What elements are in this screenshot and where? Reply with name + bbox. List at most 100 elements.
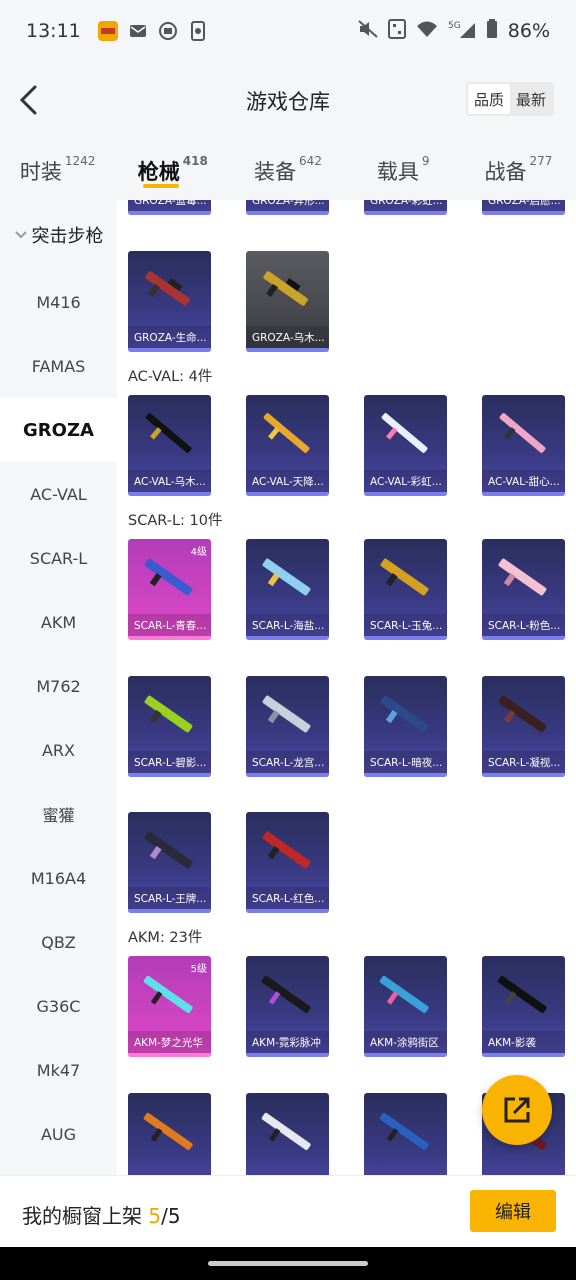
sidebar-item-g36c[interactable]: G36C — [0, 974, 117, 1038]
sort-toggle: 品质 最新 — [465, 82, 554, 116]
tab-vehicles[interactable]: 载具 9 — [346, 138, 461, 200]
rarity-bar — [246, 1053, 329, 1057]
tab-equipment[interactable]: 装备 642 — [230, 138, 345, 200]
scarl-rifle-icon — [498, 695, 547, 733]
tab-count: 1242 — [64, 154, 96, 168]
weapon-card[interactable] — [246, 1093, 329, 1175]
sidebar-category-assault-rifle[interactable]: 突击步枪 — [0, 200, 117, 270]
rarity-bar — [364, 773, 447, 777]
scarl-rifle-icon — [262, 695, 311, 733]
sidebar-item-famas[interactable]: FAMAS — [0, 334, 117, 398]
weapon-card[interactable] — [364, 1093, 447, 1175]
weapon-name: SCAR-L-凝视... — [482, 751, 565, 773]
sidebar-item-acval[interactable]: AC-VAL — [0, 462, 117, 526]
acval-rifle-icon — [145, 413, 192, 453]
sidebar-item-m16a4[interactable]: M16A4 — [0, 846, 117, 910]
sidebar-item-mk47[interactable]: Mk47 — [0, 1038, 117, 1102]
weapon-sidebar: 突击步枪 M416 FAMAS GROZA AC-VAL SCAR-L AKM … — [0, 200, 117, 1175]
rarity-bar — [364, 211, 447, 215]
sidebar-item-arx[interactable]: ARX — [0, 718, 117, 782]
weapon-card[interactable]: SCAR-L-凝视... — [482, 676, 565, 777]
weapon-card[interactable]: AKM-霓彩脉冲 — [246, 956, 329, 1057]
rarity-bar — [482, 1053, 565, 1057]
rarity-bar — [128, 1053, 211, 1057]
weapon-card[interactable] — [128, 1093, 211, 1175]
weapon-card[interactable]: GROZA-彩虹... — [364, 200, 447, 215]
weapon-card[interactable]: AC-VAL-彩虹... — [364, 395, 447, 496]
weapon-name: GROZA-异形... — [246, 200, 329, 211]
sidebar-category-label: 突击步枪 — [31, 226, 104, 247]
sidebar-item-m762[interactable]: M762 — [0, 654, 117, 718]
battery-icon — [486, 18, 498, 44]
sort-quality[interactable]: 品质 — [467, 84, 510, 114]
tab-outfit[interactable]: 时装 1242 — [0, 138, 115, 200]
showcase-status: 我的橱窗上架 5/5 — [22, 1200, 181, 1229]
home-indicator[interactable] — [208, 1261, 368, 1266]
section-title-scarl: SCAR-L: 10件 — [128, 513, 223, 529]
sidebar-item-m416[interactable]: M416 — [0, 270, 117, 334]
weapon-name: SCAR-L-王牌... — [128, 887, 211, 909]
weapon-card[interactable]: GROZA-乌木... — [246, 251, 329, 352]
sidebar-item-aug[interactable]: AUG — [0, 1102, 117, 1166]
acval-rifle-icon — [263, 413, 310, 453]
weapon-card[interactable]: GROZA-蓝毒... — [128, 200, 211, 215]
weapon-card[interactable]: AC-VAL-天降... — [246, 395, 329, 496]
weapon-card[interactable]: AKM-影袭 — [482, 956, 565, 1057]
tab-label: 战备 — [484, 160, 527, 184]
weapon-name: AC-VAL-甜心... — [482, 470, 565, 492]
weapon-card[interactable]: GROZA-生命... — [128, 251, 211, 352]
weapon-name: AC-VAL-乌木... — [128, 470, 211, 492]
rarity-bar — [246, 773, 329, 777]
weapon-name: AKM-梦之光华 — [128, 1031, 211, 1053]
akm-rifle-icon — [379, 1112, 429, 1150]
weapon-card[interactable]: SCAR-L-红色... — [246, 812, 329, 913]
sidebar-item-akm[interactable]: AKM — [0, 590, 117, 654]
tab-guns[interactable]: 枪械 418 — [115, 138, 230, 200]
weapon-card[interactable]: AC-VAL-甜心... — [482, 395, 565, 496]
weapon-card[interactable]: 4级 SCAR-L-青春... — [128, 539, 211, 640]
sidebar-item-honey-badger[interactable]: 蜜獾 — [0, 782, 117, 846]
weapon-name: AC-VAL-天降... — [246, 470, 329, 492]
akm-rifle-icon — [379, 975, 429, 1013]
edit-button[interactable]: 编辑 — [470, 1190, 556, 1232]
tab-supplies[interactable]: 战备 277 — [461, 138, 576, 200]
weapon-card[interactable]: GROZA-异形... — [246, 200, 329, 215]
weapon-name: SCAR-L-暗夜... — [364, 751, 447, 773]
rarity-bar — [364, 636, 447, 640]
rarity-bar — [364, 1053, 447, 1057]
rarity-bar — [482, 211, 565, 215]
weapon-grid: GROZA-蓝毒... GROZA-异形... GROZA-彩虹... GROZ… — [117, 200, 576, 1175]
akm-rifle-icon — [143, 975, 193, 1013]
weapon-card[interactable]: SCAR-L-海盐... — [246, 539, 329, 640]
sidebar-item-groza[interactable]: GROZA — [0, 398, 117, 462]
rarity-bar — [128, 909, 211, 913]
status-bar: 13:11 5G 86% — [0, 0, 576, 62]
weapon-card[interactable]: SCAR-L-碧影... — [128, 676, 211, 777]
weapon-card[interactable]: GROZA-启愿... — [482, 200, 565, 215]
status-time: 13:11 — [26, 20, 81, 42]
weapon-card[interactable]: SCAR-L-玉兔... — [364, 539, 447, 640]
weapon-name: GROZA-生命... — [128, 326, 211, 348]
weapon-card[interactable]: AKM-涂鸦街区 — [364, 956, 447, 1057]
share-fab-button[interactable] — [482, 1075, 552, 1145]
weapon-card[interactable]: SCAR-L-龙宫... — [246, 676, 329, 777]
wifi-icon — [416, 20, 438, 43]
tab-label: 时装 — [19, 160, 62, 184]
phone-sync-icon — [187, 20, 209, 42]
sidebar-item-scarl[interactable]: SCAR-L — [0, 526, 117, 590]
rarity-bar — [482, 773, 565, 777]
sidebar-item-qbz[interactable]: QBZ — [0, 910, 117, 974]
weapon-card[interactable]: SCAR-L-粉色... — [482, 539, 565, 640]
weapon-card[interactable]: AC-VAL-乌木... — [128, 395, 211, 496]
weapon-card[interactable]: 5级 AKM-梦之光华 — [128, 956, 211, 1057]
rarity-bar — [128, 636, 211, 640]
sort-latest[interactable]: 最新 — [510, 84, 552, 114]
tab-label: 装备 — [254, 160, 297, 184]
category-tabs: 时装 1242 枪械 418 装备 642 载具 9 战备 277 — [0, 138, 576, 200]
weapon-name: SCAR-L-碧影... — [128, 751, 211, 773]
section-title-akm: AKM: 23件 — [128, 930, 203, 946]
rarity-bar — [482, 636, 565, 640]
showcase-bar: 我的橱窗上架 5/5 编辑 — [0, 1175, 576, 1247]
weapon-card[interactable]: SCAR-L-王牌... — [128, 812, 211, 913]
weapon-card[interactable]: SCAR-L-暗夜... — [364, 676, 447, 777]
